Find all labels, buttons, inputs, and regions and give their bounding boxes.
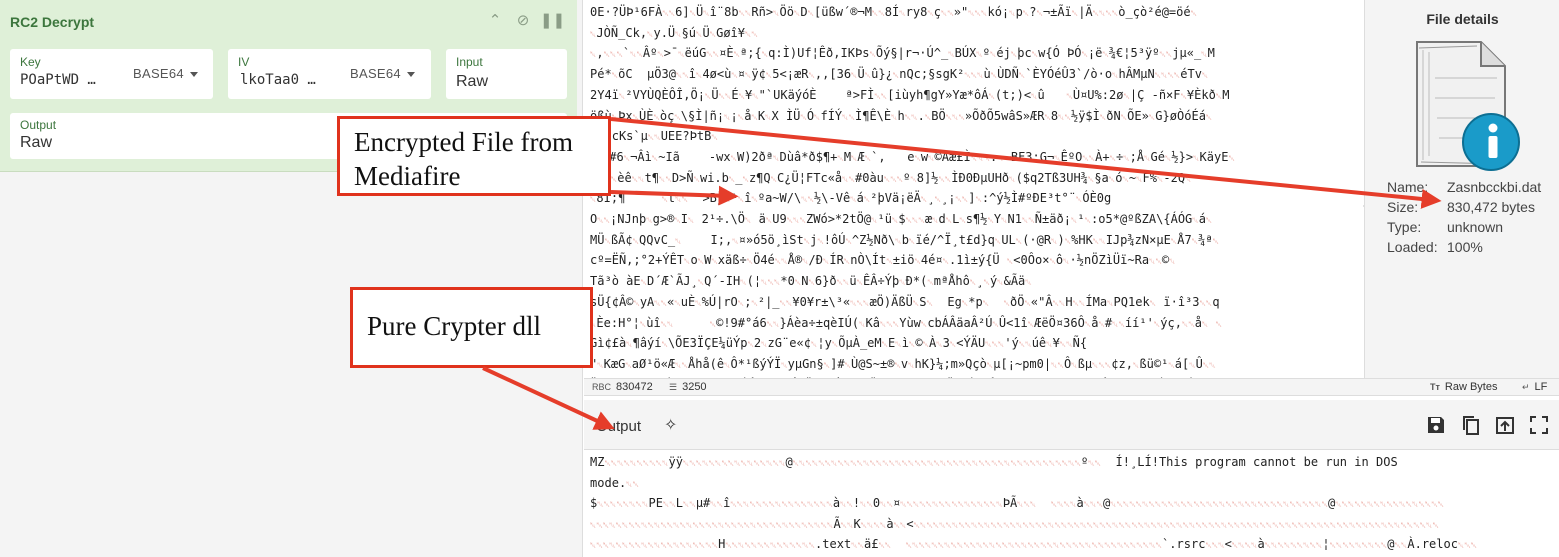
file-loaded-label: Loaded:	[1387, 239, 1438, 255]
input-pane[interactable]: 0E·?ÜÞ¹6FÀ␀␀6]␀Ü␀î¨8b␀␀Rñ>␀Öö␀D␀[üßw´®¬M…	[584, 0, 1364, 378]
text-encoding-icon: Tт	[1430, 382, 1440, 392]
key-input[interactable]: POaPtWD …	[20, 72, 120, 88]
output-header: Output ✧	[584, 400, 1559, 450]
key-label: Key	[20, 55, 41, 69]
output-text-line: $␀␀␀␀␀␀␀␀PE␀␀L␀␀µ#␀␀î␀␀␀␀␀␀␀␀␀␀␀␀␀␀␀␀à␀␀…	[590, 496, 1445, 510]
input-length-value: 830472	[616, 381, 653, 393]
file-details-title: File details	[1426, 11, 1499, 27]
file-type-row: Type: unknown	[1387, 219, 1503, 235]
chevron-down-icon	[406, 72, 415, 78]
operation-title: RC2 Decrypt	[10, 14, 95, 30]
length-icon: RBC	[592, 382, 612, 392]
input-format-select[interactable]: Raw	[456, 73, 488, 91]
char-encoding-value: Raw Bytes	[1444, 381, 1498, 393]
copy-icon[interactable]	[1460, 414, 1482, 436]
key-format-select[interactable]: BASE64	[133, 66, 198, 81]
eol-value: LF	[1534, 381, 1548, 393]
input-text-line: Tã³ò àE␀D´Æ`ÃJ¸␀Q´-IH␀(¦␀␀␀*0␀N␀6}ð␀␀ü␀Ê…	[590, 274, 1032, 289]
input-text-line: 2Y4ï␀²VYÙQÈÔÎ,Ö¡␀Ü␀␀É␀¥␀"`UKäýóÈ ª>FÌ␀␀[…	[590, 87, 1230, 102]
file-type-value: unknown	[1447, 219, 1504, 235]
input-text-line: "␀KæG␀aØ¹ö«Æ␀␀Åhå(ê␀Ô*¹ßýÝÏ␀yµGn§␀]#␀Ù@S…	[590, 356, 1216, 371]
file-size-row: Size: 830,472 bytes	[1387, 199, 1535, 215]
input-text-line: Gì¢£à␀¶âýí␀\ÕE3ÏÇE¼üÝp␀2␀zG¨e«¢␀¦y␀ÕµÀ_e…	[590, 336, 1088, 351]
input-lines-value: 3250	[682, 381, 707, 393]
file-name-row: Name: Zasnbcckbi.dat	[1387, 179, 1541, 195]
input-text-line: ␀Èe:H°¦␀ùî␀␀ ␀©!9#°á6␀␀}Áèa÷±qèIÚ(␀Kâ␀␀␀…	[590, 315, 1223, 330]
key-format-value: BASE64	[133, 66, 184, 81]
file-loaded-row: Loaded: 100%	[1387, 239, 1483, 255]
pause-icon[interactable]: ❚❚	[540, 10, 565, 32]
input-status-bar: RBC 830472 ☰ 3250 Tт Raw Bytes ↵ LF	[584, 378, 1559, 396]
iv-format-value: BASE64	[350, 66, 401, 81]
annotation-encrypted-file: Encrypted File from Mediafire	[337, 116, 611, 196]
file-type-label: Type:	[1387, 219, 1422, 235]
magic-wand-icon[interactable]: ✧	[664, 415, 677, 435]
input-text-line: ␀,␀␀␀`␀␀Âº␀>¯␀ëúG␀␀¤È␀ª;{␀q:Ì)Uf¦Êð,IKÞs…	[590, 46, 1215, 61]
input-format-field[interactable]: Input Raw	[446, 49, 567, 99]
input-lines: ☰ 3250	[669, 381, 707, 393]
return-icon: ↵	[1522, 382, 1530, 392]
input-text-line: ␀␀␀#6␀¬Âì␀~Iã -wx␀W)2ðª␀Dùâ*ð$¶+␀M␀Æ␀`, …	[590, 149, 1235, 164]
iv-input[interactable]: lkoTaa0 …	[240, 72, 340, 88]
file-size-label: Size:	[1387, 199, 1419, 215]
save-icon[interactable]	[1425, 414, 1447, 436]
key-field[interactable]: Key POaPtWD … BASE64	[10, 49, 213, 99]
input-text-line: ␀JÒÑ_Ck,␀y.Ü␀§ú␀Ü␀Gøî¥␀␀	[590, 25, 758, 40]
input-text-line: ␀8Ì;¶ ␀t␀␀ >By␀¹␀î␀ºa~W/\␀␀½\-Vê␀á␀²þVä¡…	[590, 191, 1112, 206]
file-loaded-value: 100%	[1447, 239, 1483, 255]
output-text-line: mode.␀␀	[590, 475, 639, 490]
input-length: RBC 830472	[592, 381, 653, 393]
input-text-line: ␀©è␀èê␀␀t¶␀␀D>Ñ␀wi.b␀_␀z¶Q␀C¿Ü¦FTc«å␀␀#0…	[590, 170, 1192, 185]
iv-label: IV	[238, 55, 250, 69]
input-text[interactable]: 0E·?ÜÞ¹6FÀ␀␀6]␀Ü␀î¨8b␀␀Rñ>␀Öö␀D␀[üßw´®¬M…	[590, 3, 1356, 378]
file-size-value: 830,472 bytes	[1447, 199, 1535, 215]
output-text-line: ␀␀␀␀␀␀␀␀␀␀␀␀␀␀␀␀␀␀␀␀␀␀␀␀␀␀␀␀␀␀␀␀␀␀␀␀␀␀Ã␀…	[590, 516, 1439, 531]
input-text-line: O␀␀¡NJnþ␀g>®␀I␀ 2¹÷.\Ö␀ ä␀U9␀␀␀ZWó>*2tÖ@…	[590, 212, 1213, 227]
input-text-line: 0E·?ÜÞ¹6FÀ␀␀6]␀Ü␀î¨8b␀␀Rñ>␀Öö␀D␀[üßw´®¬M…	[590, 5, 1198, 19]
input-text-line: cº=ËÑ,;°2+ÝÊT␀o␀W␀xäß÷␀Ö4é␀␀Å®␀/Ð␀ÍR␀nÒ\…	[590, 253, 1176, 268]
output-text-line: MZ␀␀␀␀␀␀␀␀␀␀ÿÿ␀␀␀␀␀␀␀␀␀␀␀␀␀␀␀␀@␀␀␀␀␀␀␀␀␀…	[590, 455, 1398, 469]
output-text[interactable]: MZ␀␀␀␀␀␀␀␀␀␀ÿÿ␀␀␀␀␀␀␀␀␀␀␀␀␀␀␀␀@␀␀␀␀␀␀␀␀␀…	[590, 453, 1550, 557]
maximise-icon[interactable]	[1528, 414, 1550, 436]
chevron-down-icon	[189, 72, 198, 78]
output-text-line: ␀␀␀␀␀␀␀␀␀␀␀␀␀␀␀␀␀␀␀␀H␀␀␀␀␀␀␀␀␀␀␀␀␀␀.text…	[590, 537, 1478, 551]
input-format-label: Input	[456, 55, 483, 69]
file-name-value: Zasnbcckbi.dat	[1447, 179, 1542, 195]
chevron-up-icon[interactable]: ⌃	[484, 10, 506, 32]
file-icon	[1416, 41, 1520, 171]
disable-icon[interactable]: ⊘	[512, 10, 534, 32]
input-text-line: MÜ␀ßÃ¢␀QQvC_␀ I;,␀¤»ó5ö¸ìSt␀j␀!ôÚ␀^Z½Nð\…	[590, 232, 1219, 247]
annotation-pure-crypter: Pure Crypter dll	[350, 287, 593, 368]
output-pane[interactable]: MZ␀␀␀␀␀␀␀␀␀␀ÿÿ␀␀␀␀␀␀␀␀␀␀␀␀␀␀␀␀@␀␀␀␀␀␀␀␀␀…	[584, 451, 1559, 557]
recipe-panel: RC2 Decrypt ⌃ ⊘ ❚❚ Key POaPtWD … BASE64 …	[0, 0, 583, 557]
lines-icon: ☰	[669, 382, 678, 392]
iv-field[interactable]: IV lkoTaa0 … BASE64	[228, 49, 431, 99]
file-name-label: Name:	[1387, 179, 1429, 195]
file-details-panel: File details Name: Zasnbcckbi.dat Size: 83…	[1364, 0, 1559, 378]
input-text-line: ©`bcKs`µ␀␀UEE?ÞtB␀	[590, 129, 718, 144]
replace-input-icon[interactable]	[1494, 414, 1516, 436]
output-title: Output	[596, 418, 642, 435]
input-text-line: ößù␀Þx␀ÙÈ␀òç␀\§Ì|ñ¡␀¡␀å␀K␀X ÌÜ␀Ó␀fÍÝ␀␀Ì¶…	[590, 108, 1213, 123]
output-format-label: Output	[20, 118, 57, 132]
char-encoding-button[interactable]: Tт Raw Bytes	[1430, 381, 1497, 393]
iv-format-select[interactable]: BASE64	[350, 66, 415, 81]
input-text-line: sÜ{¢Â©␀yA␀␀«␀uÈ␀%Ú|rO␀;␀²|_␀␀¥0¥r±\³«␀␀␀…	[590, 294, 1220, 309]
eol-button[interactable]: ↵ LF	[1522, 381, 1547, 393]
input-text-line: Pé*␀õC µÖ3@␀␀î␀4ø<ù␀¤␀ÿ¢␀5<¡æR␀,,[36␀Ü␀û…	[590, 67, 1209, 82]
output-format-select[interactable]: Raw	[20, 134, 52, 152]
